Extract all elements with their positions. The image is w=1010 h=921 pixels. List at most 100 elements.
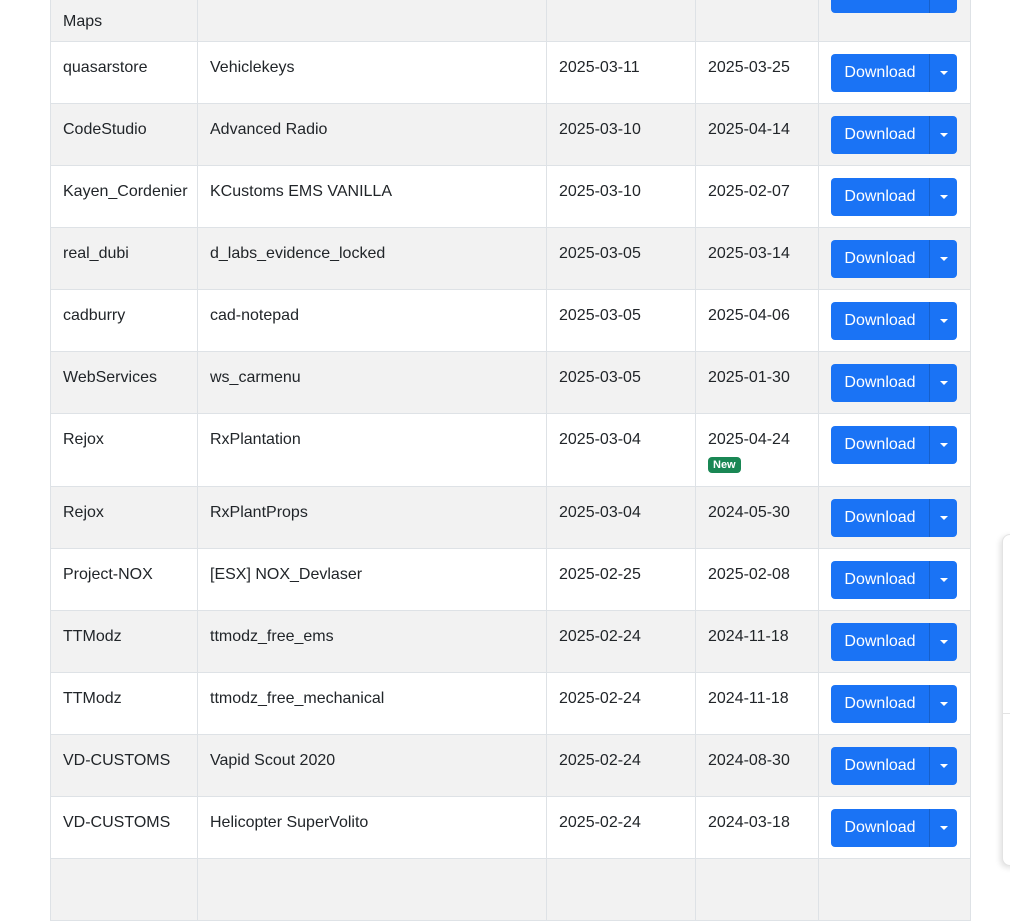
download-dropdown-toggle[interactable] [930, 499, 957, 537]
updated-date-cell: 2025-02-08 [695, 548, 819, 611]
resource-name-cell: cad-notepad [197, 289, 547, 352]
caret-down-icon [939, 381, 948, 385]
download-button[interactable]: Download [831, 499, 930, 537]
author-cell: Kayen_Cordenier [50, 165, 198, 228]
caret-down-icon [939, 702, 948, 706]
download-button-group: Download [831, 0, 957, 13]
download-dropdown-toggle[interactable] [930, 561, 957, 599]
resource-name-cell: ws_carmenu [197, 351, 547, 414]
download-button-group: Download [831, 809, 957, 847]
download-button[interactable]: Download [831, 116, 930, 154]
updated-date-text: 2024-05-30 [708, 504, 790, 521]
download-cell: Download [818, 734, 971, 797]
table-row: TTModz ttmodz_free_mechanical 2025-02-24 20… [50, 672, 971, 735]
release-date-cell [546, 0, 696, 42]
updated-date-cell: 2025-03-14 [695, 227, 819, 290]
download-button[interactable]: Download [831, 178, 930, 216]
updated-date-text: 2024-08-30 [708, 752, 790, 769]
resource-name-cell: Advanced Radio [197, 103, 547, 166]
caret-down-icon [939, 764, 948, 768]
download-button[interactable]: Download [831, 685, 930, 723]
author-cell: VD-CUSTOMS [50, 796, 198, 859]
table-row: TTModz ttmodz_free_ems 2025-02-24 2024-11-1… [50, 610, 971, 673]
download-cell: Download [818, 227, 971, 290]
resource-name-cell: ttmodz_free_mechanical [197, 672, 547, 735]
download-dropdown-toggle[interactable] [930, 0, 957, 13]
updated-date-cell: 2024-03-18 [695, 796, 819, 859]
download-dropdown-toggle[interactable] [930, 747, 957, 785]
download-button-group: Download [831, 499, 957, 537]
download-cell: Download [818, 41, 971, 104]
caret-down-icon [939, 133, 948, 137]
updated-date-text: 2025-03-25 [708, 59, 790, 76]
table-row: real_dubi d_labs_evidence_locked 2025-03-0… [50, 227, 971, 290]
updated-date-text: 2024-11-18 [708, 690, 789, 707]
download-dropdown-toggle[interactable] [930, 54, 957, 92]
author-cell: real_dubi [50, 227, 198, 290]
download-dropdown-toggle[interactable] [930, 302, 957, 340]
caret-down-icon [939, 826, 948, 830]
download-button[interactable]: Download [831, 809, 930, 847]
download-dropdown-toggle[interactable] [930, 685, 957, 723]
caret-down-icon [939, 319, 948, 323]
download-button[interactable]: Download [831, 747, 930, 785]
download-button[interactable]: Download [831, 364, 930, 402]
updated-date-text: 2025-04-06 [708, 307, 790, 324]
resource-name-cell: ttmodz_free_ems [197, 610, 547, 673]
author-cell: WebServices [50, 351, 198, 414]
updated-date-text: 2025-04-24 [708, 431, 790, 448]
download-dropdown-toggle[interactable] [930, 178, 957, 216]
updated-date-cell: 2024-11-18 [695, 610, 819, 673]
release-date-cell: 2025-03-10 [546, 103, 696, 166]
download-button[interactable]: Download [831, 54, 930, 92]
resource-name-cell: [ESX] NOX_Devlaser [197, 548, 547, 611]
download-dropdown-toggle[interactable] [930, 809, 957, 847]
resource-name-cell: Helicopter SuperVolito [197, 796, 547, 859]
download-button[interactable]: Download [831, 561, 930, 599]
table-row: quasarstore Vehiclekeys 2025-03-11 2025-03-… [50, 41, 971, 104]
resource-name-cell: KCustoms EMS VANILLA [197, 165, 547, 228]
side-panel-edge[interactable] [1002, 534, 1010, 866]
download-button-group: Download [831, 623, 957, 661]
download-button[interactable]: Download [831, 623, 930, 661]
new-badge: New [708, 457, 741, 473]
release-date-cell: 2025-03-10 [546, 165, 696, 228]
download-button-group: Download [831, 54, 957, 92]
table-row: VD-CUSTOMS Helicopter SuperVolito 2025-02-… [50, 796, 971, 859]
updated-date-text: 2025-02-08 [708, 566, 790, 583]
table-row: VD-CUSTOMS Vapid Scout 2020 2025-02-24 2024… [50, 734, 971, 797]
download-dropdown-toggle[interactable] [930, 364, 957, 402]
download-cell: Download [818, 486, 971, 549]
author-cell [50, 858, 198, 921]
download-dropdown-toggle[interactable] [930, 116, 957, 154]
release-date-cell: 2025-02-24 [546, 672, 696, 735]
caret-down-icon [939, 578, 948, 582]
download-cell: Download [818, 289, 971, 352]
download-dropdown-toggle[interactable] [930, 240, 957, 278]
download-button[interactable]: Download [831, 240, 930, 278]
resource-name-cell: Vehiclekeys [197, 41, 547, 104]
resource-name-cell: d_labs_evidence_locked [197, 227, 547, 290]
release-date-cell: 2025-03-05 [546, 289, 696, 352]
updated-date-cell: 2025-04-24 New [695, 413, 819, 487]
updated-date-cell: 2025-04-14 [695, 103, 819, 166]
side-panel-divider [1003, 713, 1010, 714]
download-button[interactable]: Download [831, 302, 930, 340]
resource-name-cell: RxPlantProps [197, 486, 547, 549]
updated-date-cell [695, 858, 819, 921]
download-button-group: Download [831, 302, 957, 340]
download-dropdown-toggle[interactable] [930, 623, 957, 661]
download-cell: Download [818, 796, 971, 859]
author-cell: CodeStudio [50, 103, 198, 166]
download-cell: Download [818, 548, 971, 611]
download-button[interactable]: Download [831, 0, 930, 13]
updated-date-text: 2025-01-30 [708, 369, 790, 386]
download-dropdown-toggle[interactable] [930, 426, 957, 464]
table-row: Rejox RxPlantProps 2025-03-04 2024-05-30 Dow… [50, 486, 971, 549]
download-cell: Download [818, 610, 971, 673]
download-cell: Download [818, 413, 971, 487]
resource-table-container: MapsDownloadquasarstoreVehiclekeys2025-0… [50, 0, 971, 921]
caret-down-icon [939, 640, 948, 644]
download-button[interactable]: Download [831, 426, 930, 464]
updated-date-cell: 2024-11-18 [695, 672, 819, 735]
